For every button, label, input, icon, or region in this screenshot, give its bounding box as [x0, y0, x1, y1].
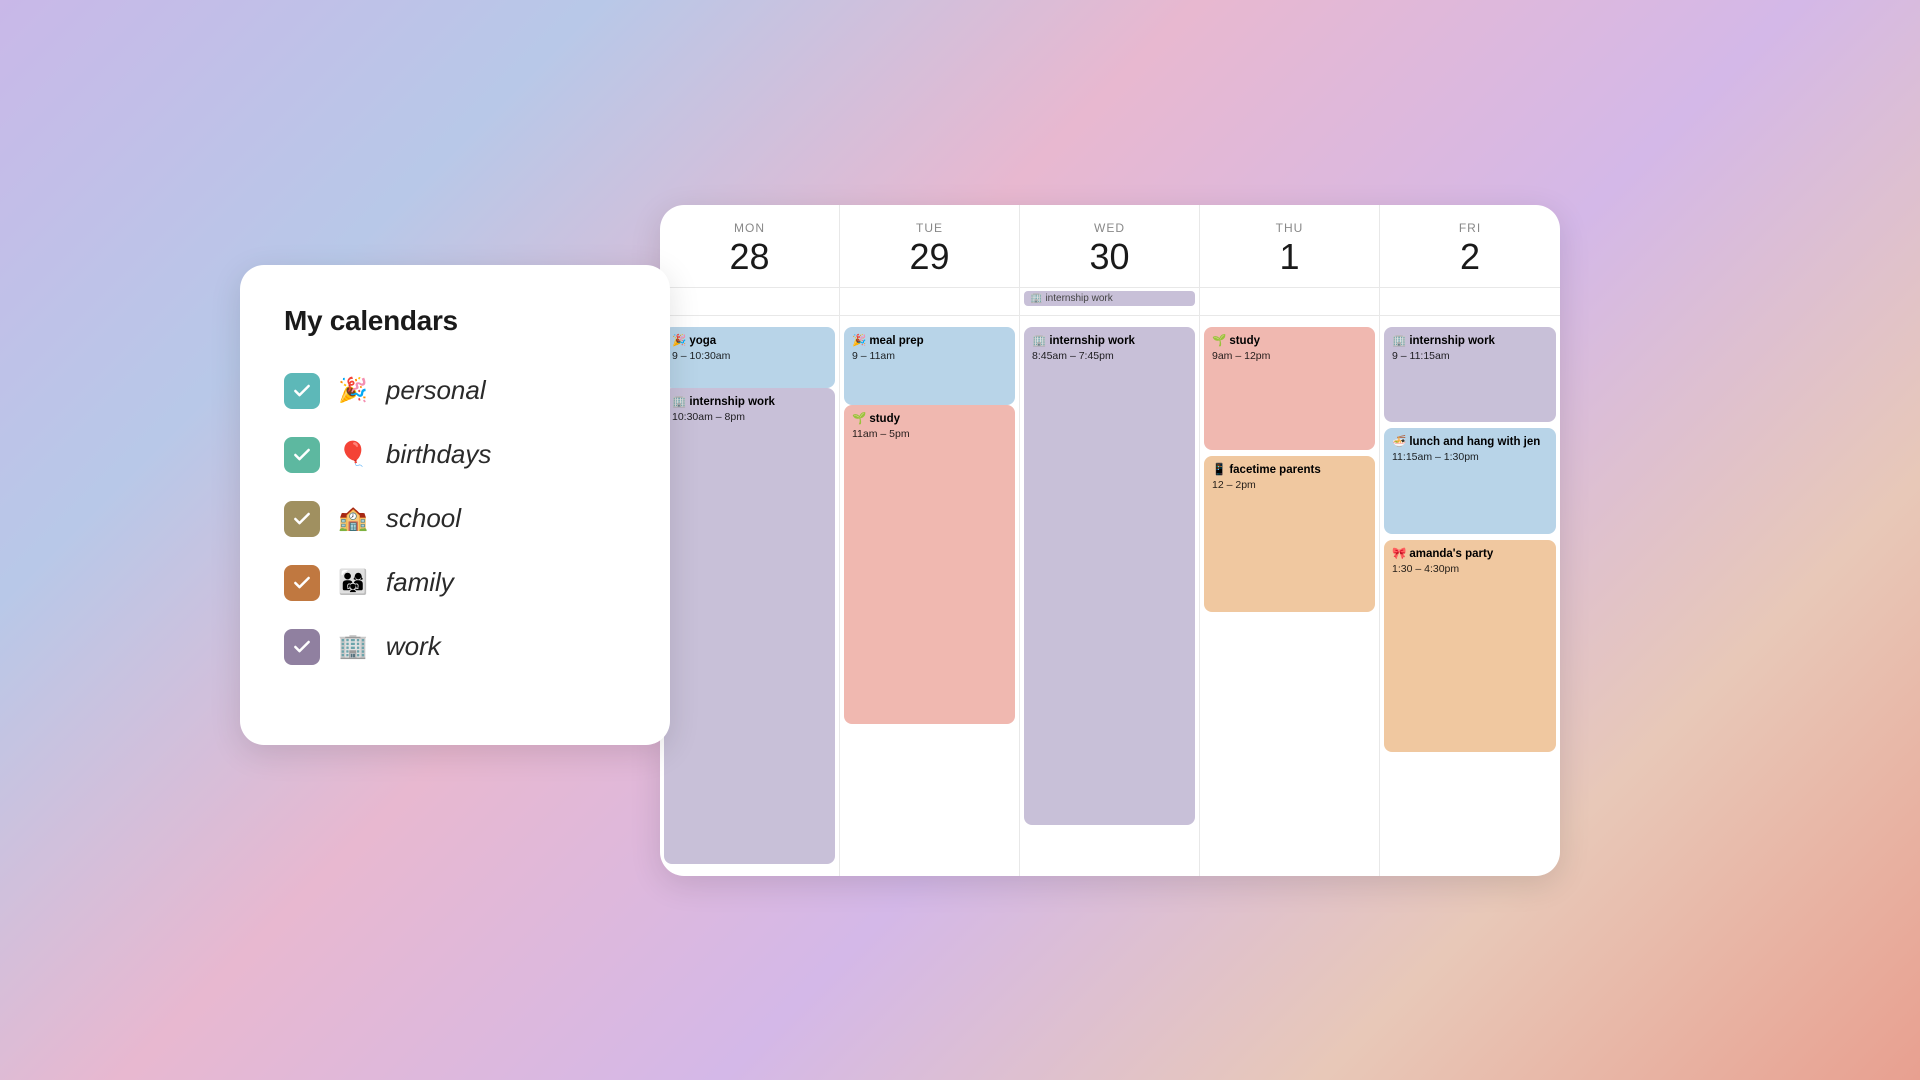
event-internship-fri-time: 9 – 11:15am	[1392, 349, 1548, 364]
event-yoga-time: 9 – 10:30am	[672, 349, 827, 364]
all-day-fri	[1380, 288, 1560, 315]
calendar-header: MON 28 TUE 29 WED 30 THU 1 FRI 2	[660, 205, 1560, 288]
calendar-item-school[interactable]: 🏫 school	[284, 501, 626, 537]
event-lunch-jen-time: 11:15am – 1:30pm	[1392, 450, 1548, 465]
event-yoga-emoji: 🎉	[672, 333, 686, 349]
calendar-item-personal[interactable]: 🎉 personal	[284, 373, 626, 409]
label-personal: personal	[386, 375, 486, 406]
all-day-tue	[840, 288, 1020, 315]
event-study-tue[interactable]: 🌱 study 11am – 5pm	[844, 405, 1015, 724]
day-name-thu: THU	[1220, 221, 1359, 235]
event-internship-wed[interactable]: 🏢 internship work 8:45am – 7:45pm	[1024, 327, 1195, 825]
all-day-event-internship[interactable]: 🏢 internship work	[1024, 291, 1195, 306]
event-internship-mon[interactable]: 🏢 internship work 10:30am – 8pm	[664, 388, 835, 864]
column-thu: 🌱 study 9am – 12pm 📱 facetime parents 12…	[1200, 316, 1380, 876]
event-lunch-jen[interactable]: 🍜 lunch and hang with jen 11:15am – 1:30…	[1384, 428, 1556, 534]
calendar-item-family[interactable]: 👨‍👩‍👧 family	[284, 565, 626, 601]
emoji-school: 🏫	[338, 504, 368, 533]
all-day-mon	[660, 288, 840, 315]
day-name-mon: MON	[680, 221, 819, 235]
label-family: family	[386, 567, 454, 598]
label-work: work	[386, 631, 441, 662]
day-header-thu: THU 1	[1200, 205, 1380, 287]
event-amandas-party-emoji: 🎀	[1392, 546, 1406, 562]
checkbox-family[interactable]	[284, 565, 320, 601]
day-header-fri: FRI 2	[1380, 205, 1560, 287]
event-internship-mon-time: 10:30am – 8pm	[672, 410, 827, 425]
day-number-mon: 28	[680, 239, 819, 275]
event-internship-mon-title: 🏢 internship work	[672, 394, 827, 410]
event-amandas-party-title: 🎀 amanda's party	[1392, 546, 1548, 562]
event-internship-fri-emoji: 🏢	[1392, 333, 1406, 349]
event-yoga[interactable]: 🎉 yoga 9 – 10:30am	[664, 327, 835, 389]
checkbox-school[interactable]	[284, 501, 320, 537]
event-internship-wed-title: 🏢 internship work	[1032, 333, 1187, 349]
event-internship-wed-time: 8:45am – 7:45pm	[1032, 349, 1187, 364]
event-study-tue-title: 🌱 study	[852, 411, 1007, 427]
column-mon: 🎉 yoga 9 – 10:30am 🏢 internship work 10:…	[660, 316, 840, 876]
all-day-wed: 🏢 internship work	[1020, 288, 1200, 315]
day-name-wed: WED	[1040, 221, 1179, 235]
label-school: school	[386, 503, 461, 534]
event-meal-prep-emoji: 🎉	[852, 333, 866, 349]
event-facetime-time: 12 – 2pm	[1212, 478, 1367, 493]
event-internship-fri[interactable]: 🏢 internship work 9 – 11:15am	[1384, 327, 1556, 422]
event-internship-mon-emoji: 🏢	[672, 394, 686, 410]
day-header-mon: MON 28	[660, 205, 840, 287]
event-facetime-title: 📱 facetime parents	[1212, 462, 1367, 478]
event-facetime[interactable]: 📱 facetime parents 12 – 2pm	[1204, 456, 1375, 613]
calendar-item-work[interactable]: 🏢 work	[284, 629, 626, 665]
main-container: My calendars 🎉 personal 🎈 birthdays 🏫 sc…	[240, 205, 1560, 876]
all-day-thu	[1200, 288, 1380, 315]
all-day-event-label: internship work	[1045, 293, 1112, 304]
calendar-body: 🎉 yoga 9 – 10:30am 🏢 internship work 10:…	[660, 316, 1560, 876]
event-lunch-jen-emoji: 🍜	[1392, 434, 1406, 450]
all-day-event-emoji: 🏢	[1030, 293, 1042, 304]
label-birthdays: birthdays	[386, 439, 492, 470]
emoji-personal: 🎉	[338, 376, 368, 405]
event-internship-wed-emoji: 🏢	[1032, 333, 1046, 349]
event-amandas-party[interactable]: 🎀 amanda's party 1:30 – 4:30pm	[1384, 540, 1556, 753]
event-lunch-jen-title: 🍜 lunch and hang with jen	[1392, 434, 1548, 450]
calendar-item-birthdays[interactable]: 🎈 birthdays	[284, 437, 626, 473]
column-fri: 🏢 internship work 9 – 11:15am 🍜 lunch an…	[1380, 316, 1560, 876]
all-day-row: 🏢 internship work	[660, 288, 1560, 316]
day-header-tue: TUE 29	[840, 205, 1020, 287]
day-header-wed: WED 30	[1020, 205, 1200, 287]
day-name-fri: FRI	[1400, 221, 1540, 235]
emoji-birthdays: 🎈	[338, 440, 368, 469]
event-study-thu-emoji: 🌱	[1212, 333, 1226, 349]
event-study-tue-emoji: 🌱	[852, 411, 866, 427]
checkbox-work[interactable]	[284, 629, 320, 665]
event-meal-prep[interactable]: 🎉 meal prep 9 – 11am	[844, 327, 1015, 405]
emoji-work: 🏢	[338, 632, 368, 661]
column-tue: 🎉 meal prep 9 – 11am 🌱 study 11am – 5pm	[840, 316, 1020, 876]
event-amandas-party-time: 1:30 – 4:30pm	[1392, 562, 1548, 577]
event-study-tue-time: 11am – 5pm	[852, 427, 1007, 442]
event-study-thu[interactable]: 🌱 study 9am – 12pm	[1204, 327, 1375, 450]
event-study-thu-title: 🌱 study	[1212, 333, 1367, 349]
sidebar-title: My calendars	[284, 305, 626, 337]
event-yoga-title: 🎉 yoga	[672, 333, 827, 349]
event-facetime-emoji: 📱	[1212, 462, 1226, 478]
event-internship-fri-title: 🏢 internship work	[1392, 333, 1548, 349]
checkbox-personal[interactable]	[284, 373, 320, 409]
emoji-family: 👨‍👩‍👧	[338, 568, 368, 597]
checkbox-birthdays[interactable]	[284, 437, 320, 473]
day-number-wed: 30	[1040, 239, 1179, 275]
day-name-tue: TUE	[860, 221, 999, 235]
sidebar: My calendars 🎉 personal 🎈 birthdays 🏫 sc…	[240, 265, 670, 745]
day-number-fri: 2	[1400, 239, 1540, 275]
event-meal-prep-title: 🎉 meal prep	[852, 333, 1007, 349]
event-meal-prep-time: 9 – 11am	[852, 349, 1007, 364]
calendar-panel: MON 28 TUE 29 WED 30 THU 1 FRI 2	[660, 205, 1560, 876]
event-study-thu-time: 9am – 12pm	[1212, 349, 1367, 364]
column-wed: 🏢 internship work 8:45am – 7:45pm	[1020, 316, 1200, 876]
day-number-thu: 1	[1220, 239, 1359, 275]
day-number-tue: 29	[860, 239, 999, 275]
